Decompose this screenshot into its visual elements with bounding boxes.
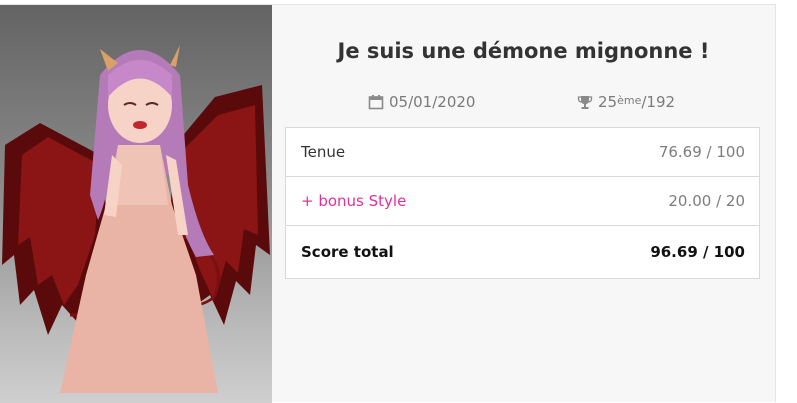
score-row-total: Score total 96.69 / 100 [286, 226, 759, 278]
outfit-rank: 25 ème/192 [577, 93, 675, 111]
outfit-title: Je suis une démone mignonne ! [337, 39, 710, 63]
score-label-outfit: Tenue [301, 143, 346, 161]
rank-suffix: ème [617, 93, 642, 107]
avatar-panel [0, 5, 272, 403]
calendar-icon [368, 95, 384, 110]
trophy-icon [577, 96, 593, 109]
outfit-info: Je suis une démone mignonne ! 05/01/2020… [272, 5, 775, 403]
score-row-outfit: Tenue 76.69 / 100 [286, 128, 759, 177]
score-value-outfit: 76.69 / 100 [658, 143, 745, 161]
avatar-image [2, 45, 270, 393]
score-value-total: 96.69 / 100 [650, 243, 745, 261]
score-label-total: Score total [301, 243, 394, 261]
rank-total: /192 [641, 93, 676, 111]
outfit-card: Je suis une démone mignonne ! 05/01/2020… [0, 4, 776, 403]
outfit-date: 05/01/2020 [368, 93, 475, 111]
score-table: Tenue 76.69 / 100 + bonus Style 20.00 / … [285, 127, 760, 279]
outfit-date-text: 05/01/2020 [389, 93, 476, 111]
rank-position: 25 [598, 93, 618, 111]
score-value-bonus: 20.00 / 20 [668, 192, 745, 210]
score-row-bonus: + bonus Style 20.00 / 20 [286, 177, 759, 226]
score-label-bonus[interactable]: + bonus Style [301, 192, 406, 210]
